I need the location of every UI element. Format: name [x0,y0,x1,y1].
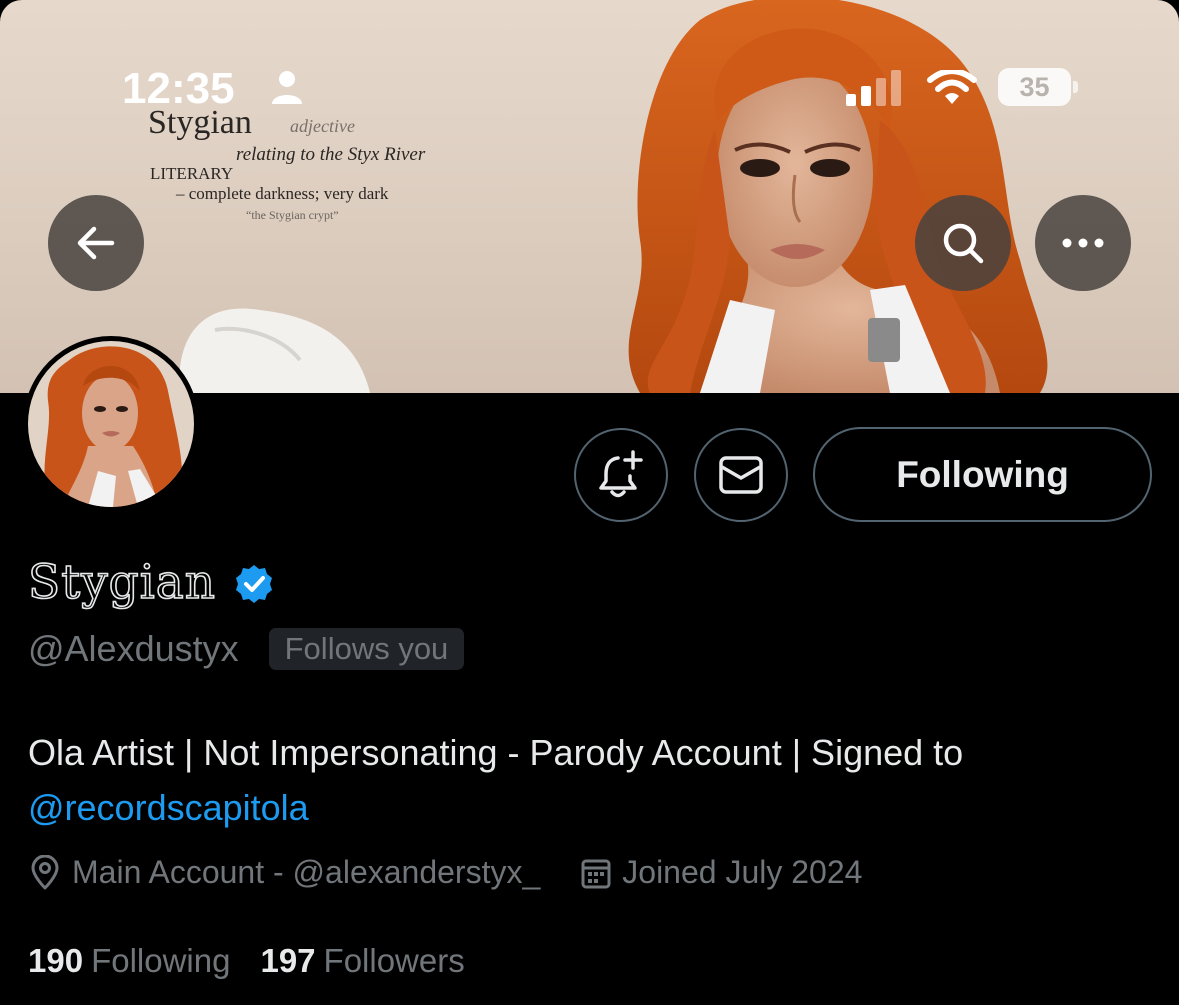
notification-bell-plus-icon [599,450,643,498]
location-item: Main Account - @alexanderstyx_ [28,854,540,891]
profile-banner[interactable]: Stygian adjective relating to the Styx R… [0,0,1179,393]
search-icon [943,223,984,264]
display-name-row: Stygian [27,552,274,612]
bio-text: Ola Artist | Not Impersonating - Parody … [28,732,964,773]
location-pin-icon [31,854,59,889]
following-button[interactable]: Following [813,427,1152,522]
mail-icon [719,456,763,494]
followers-stat[interactable]: 197 Followers [260,942,464,980]
bio: Ola Artist | Not Impersonating - Parody … [28,725,1148,835]
signal-icon [846,70,901,106]
following-stat[interactable]: 190 Following [28,942,230,980]
followers-count: 197 [260,942,316,979]
definition-line-1: relating to the Styx River [236,144,426,165]
following-count: 190 [28,942,84,979]
followers-label: Followers [323,942,465,979]
definition-register: LITERARY [150,164,234,183]
person-icon [272,71,302,104]
following-label: Following [91,942,231,979]
joined-item: Joined July 2024 [580,854,862,891]
wifi-icon [927,70,977,104]
profile-meta: Main Account - @alexanderstyx_ Joined Ju… [28,854,862,891]
message-button[interactable] [694,428,788,522]
follow-stats: 190 Following 197 Followers [28,942,465,980]
avatar[interactable] [23,336,199,512]
definition-example: “the Stygian crypt” [246,208,339,222]
display-name: Stygian [27,554,217,611]
handle: @Alexdustyx [28,628,239,669]
bio-mention-link[interactable]: @recordscapitola [28,787,309,828]
handle-row: @Alexdustyx Follows you [28,628,465,670]
search-button[interactable] [915,195,1011,291]
avatar-image [28,341,194,507]
battery-level: 35 [1019,72,1050,102]
definition-line-2: – complete darkness; very dark [176,184,389,203]
more-options-button[interactable] [1035,195,1131,291]
notifications-button[interactable] [574,428,668,522]
joined-text: Joined July 2024 [622,854,863,890]
location-text: Main Account - @alexanderstyx_ [72,854,541,890]
battery-icon: 35 [998,68,1078,106]
definition-part-of-speech: adjective [290,116,355,136]
calendar-icon [581,859,611,888]
verified-badge-icon[interactable] [234,564,274,604]
more-icon [1062,238,1104,248]
back-arrow-icon [77,226,115,260]
status-time: 12:35 [122,64,235,113]
follows-you-badge: Follows you [268,628,465,670]
back-button[interactable] [48,195,144,291]
